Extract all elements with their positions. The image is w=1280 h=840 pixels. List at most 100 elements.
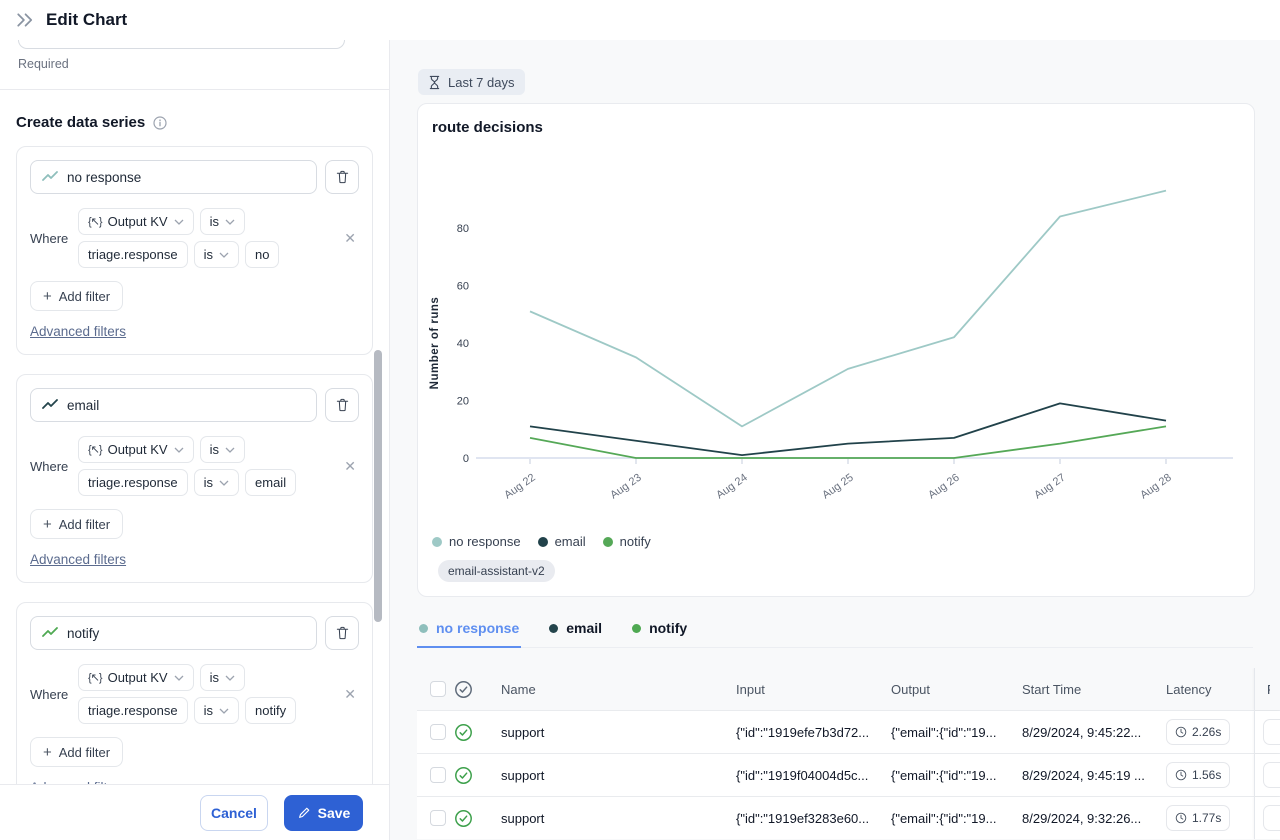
- chevron-down-icon: [219, 480, 229, 486]
- filter-value-chip[interactable]: no: [245, 241, 279, 268]
- create-data-series-title: Create data series: [16, 114, 145, 131]
- tab-dot: [632, 624, 641, 633]
- chevron-down-icon: [225, 675, 235, 681]
- remove-filter-button[interactable]: ✕: [341, 686, 359, 703]
- run-input: {"id":"1919f04004d5c...: [736, 768, 891, 783]
- filter-key-operator-dropdown[interactable]: is: [194, 241, 239, 268]
- column-header-latency[interactable]: Latency: [1166, 682, 1254, 697]
- add-filter-button[interactable]: +Add filter: [30, 509, 123, 539]
- latency-badge: 1.56s: [1166, 762, 1230, 788]
- table-header: Name Input Output Start Time Latency F: [417, 668, 1280, 710]
- line-series-icon: [42, 399, 58, 411]
- clipped-column: F: [1254, 668, 1280, 710]
- add-filter-button[interactable]: +Add filter: [30, 281, 123, 311]
- table-row[interactable]: support {"id":"1919efe7b3d72... {"email"…: [417, 710, 1280, 753]
- tab-notify[interactable]: notify: [630, 620, 689, 648]
- delete-series-button[interactable]: [325, 160, 359, 194]
- legend-dot: [603, 537, 613, 547]
- svg-text:Aug 27: Aug 27: [1032, 472, 1067, 502]
- partial-input-field[interactable]: [18, 40, 345, 49]
- filter-operator-dropdown[interactable]: is: [200, 208, 245, 235]
- model-tag[interactable]: email-assistant-v2: [438, 560, 555, 582]
- advanced-filters-link[interactable]: Advanced filters: [30, 324, 126, 339]
- chevron-down-icon: [174, 219, 184, 225]
- add-filter-button[interactable]: +Add filter: [30, 737, 123, 767]
- filter-key-operator-dropdown[interactable]: is: [194, 697, 239, 724]
- svg-text:Aug 24: Aug 24: [714, 472, 749, 502]
- filter-value-chip[interactable]: email: [245, 469, 296, 496]
- info-icon[interactable]: [153, 116, 167, 130]
- save-button[interactable]: Save: [284, 795, 363, 831]
- delete-series-button[interactable]: [325, 388, 359, 422]
- where-label: Where: [30, 231, 71, 246]
- chevron-down-icon: [225, 219, 235, 225]
- series-name-input[interactable]: email: [30, 388, 317, 422]
- run-input: {"id":"1919ef3283e60...: [736, 811, 891, 826]
- filter-key-chip[interactable]: triage.response: [78, 697, 188, 724]
- series-name-input[interactable]: notify: [30, 616, 317, 650]
- column-header-name[interactable]: Name: [501, 682, 736, 697]
- clock-icon: [1175, 769, 1187, 781]
- plus-icon: +: [43, 516, 52, 533]
- remove-filter-button[interactable]: ✕: [341, 458, 359, 475]
- time-range-badge[interactable]: Last 7 days: [418, 69, 525, 95]
- run-start-time: 8/29/2024, 9:32:26...: [1022, 811, 1166, 826]
- filter-key-operator-dropdown[interactable]: is: [194, 469, 239, 496]
- latency-badge: 2.26s: [1166, 719, 1230, 745]
- clipped-cell: [1263, 762, 1280, 788]
- latency-badge: 1.77s: [1166, 805, 1230, 831]
- clipped-cell: [1263, 719, 1280, 745]
- kv-icon: {↖}: [88, 443, 102, 456]
- filter-field-dropdown[interactable]: {↖}Output KV: [78, 664, 194, 691]
- trash-icon: [335, 625, 350, 641]
- run-name: support: [501, 725, 736, 740]
- legend-item[interactable]: no response: [432, 534, 521, 549]
- remove-filter-button[interactable]: ✕: [341, 230, 359, 247]
- filter-operator-dropdown[interactable]: is: [200, 436, 245, 463]
- filter-value-chip[interactable]: notify: [245, 697, 296, 724]
- run-start-time: 8/29/2024, 9:45:22...: [1022, 725, 1166, 740]
- tab-no-response[interactable]: no response: [417, 620, 521, 648]
- filter-operator-dropdown[interactable]: is: [200, 664, 245, 691]
- chevron-down-icon: [174, 675, 184, 681]
- row-checkbox[interactable]: [430, 767, 446, 783]
- run-output: {"email":{"id":"19...: [891, 725, 1022, 740]
- select-all-checkbox[interactable]: [430, 681, 446, 697]
- filter-key-chip[interactable]: triage.response: [78, 469, 188, 496]
- legend-item[interactable]: notify: [603, 534, 651, 549]
- column-header-output[interactable]: Output: [891, 682, 1022, 697]
- series-name-input[interactable]: no response: [30, 160, 317, 194]
- advanced-filters-link[interactable]: Advanced filters: [30, 552, 126, 567]
- chart-legend: no response email notify: [432, 534, 651, 549]
- where-label: Where: [30, 459, 71, 474]
- run-output: {"email":{"id":"19...: [891, 768, 1022, 783]
- legend-item[interactable]: email: [538, 534, 586, 549]
- row-checkbox[interactable]: [430, 810, 446, 826]
- filter-field-dropdown[interactable]: {↖}Output KV: [78, 436, 194, 463]
- success-check-icon: [454, 766, 473, 785]
- chart-preview-panel: Last 7 days route decisions 020406080Num…: [390, 40, 1280, 840]
- chevron-down-icon: [174, 447, 184, 453]
- series-card: no response Where {↖}Output KV is triage…: [16, 146, 373, 355]
- series-tabs: no response email notify: [417, 620, 1253, 648]
- cancel-button[interactable]: Cancel: [200, 795, 268, 831]
- column-header-start-time[interactable]: Start Time: [1022, 682, 1166, 697]
- delete-series-button[interactable]: [325, 616, 359, 650]
- series-card: email Where {↖}Output KV is triage.respo…: [16, 374, 373, 583]
- double-chevron-right-icon[interactable]: [16, 13, 34, 27]
- required-hint: Required: [18, 57, 389, 71]
- hourglass-icon: [428, 75, 441, 90]
- tab-email[interactable]: email: [547, 620, 604, 648]
- sidebar-scrollbar[interactable]: [374, 350, 382, 622]
- table-row[interactable]: support {"id":"1919ef3283e60... {"email"…: [417, 796, 1280, 839]
- trash-icon: [335, 397, 350, 413]
- svg-text:60: 60: [457, 281, 469, 293]
- svg-text:Aug 25: Aug 25: [820, 472, 855, 502]
- run-name: support: [501, 768, 736, 783]
- filter-key-chip[interactable]: triage.response: [78, 241, 188, 268]
- column-header-input[interactable]: Input: [736, 682, 891, 697]
- row-checkbox[interactable]: [430, 724, 446, 740]
- filter-field-dropdown[interactable]: {↖}Output KV: [78, 208, 194, 235]
- table-row[interactable]: support {"id":"1919f04004d5c... {"email"…: [417, 753, 1280, 796]
- edit-chart-panel: Required Create data series no response …: [0, 40, 390, 784]
